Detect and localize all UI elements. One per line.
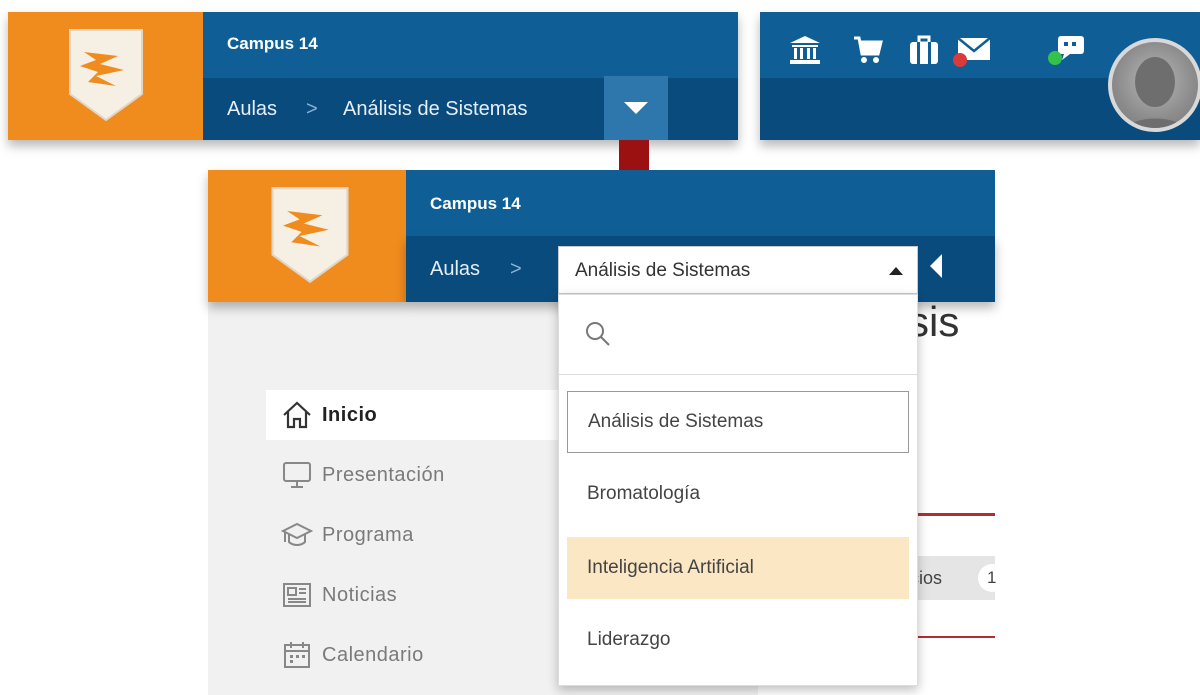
breadcrumb-aulas[interactable]: Aulas <box>227 98 277 121</box>
caret-down-icon <box>624 102 648 114</box>
caret-up-icon <box>889 267 903 275</box>
site-title[interactable]: Campus 14 <box>430 194 521 214</box>
collapse-arrow-icon[interactable] <box>928 254 942 278</box>
breadcrumb-separator: > <box>510 258 522 280</box>
course-dropdown: Análisis de Sistemas Bromatología Inteli… <box>558 294 918 686</box>
campus-logo-icon <box>271 187 349 284</box>
tab-ejercicios[interactable]: cios 1 <box>908 556 1006 600</box>
sidebar-item-programa[interactable]: Programa <box>266 510 566 560</box>
logo-area[interactable] <box>208 170 406 302</box>
sidebar-item-label: Noticias <box>322 583 398 606</box>
graduation-cap-icon <box>280 518 314 552</box>
title-underline <box>908 513 995 516</box>
sidebar-item-inicio[interactable]: Inicio <box>266 390 566 440</box>
course-option-inteligencia-artificial[interactable]: Inteligencia Artificial <box>567 537 909 599</box>
sidebar-item-label: Programa <box>322 523 414 546</box>
search-icon <box>586 322 610 346</box>
tab-count-badge: 1 <box>978 564 1006 592</box>
site-bar: Campus 14 <box>203 12 738 78</box>
newspaper-icon <box>280 578 314 612</box>
sidebar-item-label: Inicio <box>322 403 378 426</box>
sidebar-item-noticias[interactable]: Noticias <box>266 570 566 620</box>
course-dropdown-toggle[interactable] <box>604 76 668 140</box>
institution-icon[interactable] <box>788 34 822 66</box>
top-header-before: Campus 14 Aulas > Análisis de Sistemas <box>8 12 738 140</box>
site-title[interactable]: Campus 14 <box>227 34 318 54</box>
mail-icon[interactable] <box>952 34 992 70</box>
monitor-icon <box>280 458 314 492</box>
home-icon <box>280 398 314 432</box>
breadcrumb-aulas[interactable]: Aulas <box>430 258 480 281</box>
campus-logo-icon <box>69 29 143 122</box>
sidebar-item-label: Presentación <box>322 463 445 486</box>
sidebar-item-calendario[interactable]: Calendario <box>266 630 566 680</box>
sidebar-item-label: Calendario <box>322 643 424 666</box>
course-option-liderazgo[interactable]: Liderazgo <box>567 609 909 671</box>
course-select-value: Análisis de Sistemas <box>575 260 751 281</box>
logo-area[interactable] <box>8 12 203 140</box>
course-search-input[interactable] <box>559 295 917 375</box>
calendar-icon <box>280 638 314 672</box>
briefcase-icon[interactable] <box>908 34 940 66</box>
expanded-view: Inicio Presentación Programa Noticias Ca… <box>208 170 1006 695</box>
breadcrumb-current-course[interactable]: Análisis de Sistemas <box>343 98 528 121</box>
course-option-bromatologia[interactable]: Bromatología <box>567 463 909 525</box>
cart-icon[interactable] <box>852 34 884 66</box>
chat-icon[interactable] <box>1046 34 1088 70</box>
course-option-analisis-de-sistemas[interactable]: Análisis de Sistemas <box>567 391 909 453</box>
avatar[interactable] <box>1108 38 1200 132</box>
breadcrumb-separator: > <box>306 98 318 120</box>
course-select[interactable]: Análisis de Sistemas <box>558 246 918 294</box>
site-bar: Campus 14 <box>406 170 995 236</box>
top-header-right <box>760 12 1200 140</box>
tab-underline <box>908 636 995 638</box>
user-silhouette-icon <box>1125 57 1186 128</box>
sidebar-item-presentacion[interactable]: Presentación <box>266 450 566 500</box>
